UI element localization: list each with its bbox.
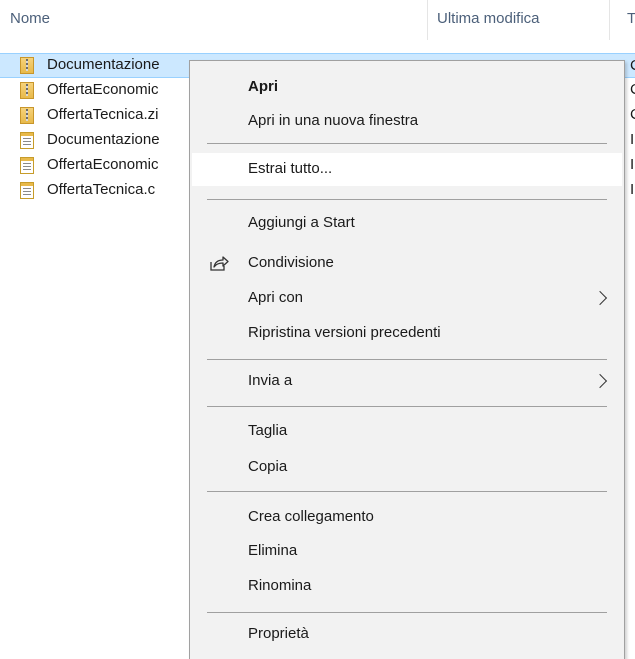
menu-item-label: Crea collegamento [248,508,374,525]
file-name: Documentazione [47,56,160,73]
file-date-clipped: C [630,57,635,74]
file-date-clipped: C [630,81,635,98]
menu-item-label: Ripristina versioni precedenti [248,324,441,341]
column-header-bar: Nome Ultima modifica T [0,0,635,42]
menu-item-label: Rinomina [248,577,312,594]
menu-separator [207,612,607,613]
menu-item-properties[interactable]: Proprietà [192,618,622,651]
menu-item-label: Elimina [248,542,298,559]
zip-folder-icon [20,107,34,124]
menu-separator [207,359,607,360]
zip-folder-icon [20,57,34,74]
column-header-name[interactable]: Nome [10,10,50,27]
chevron-right-icon [592,290,608,306]
menu-item-delete[interactable]: Elimina [192,535,622,568]
menu-separator [207,406,607,407]
file-date-clipped: I [630,181,635,198]
column-divider[interactable] [609,0,610,40]
column-divider[interactable] [427,0,428,40]
column-header-type[interactable]: T [627,10,635,27]
document-icon [20,157,34,174]
menu-item-share[interactable]: Condivisione [192,247,622,280]
menu-item-copy[interactable]: Copia [192,451,622,484]
menu-item-restore-previous-versions[interactable]: Ripristina versioni precedenti [192,317,622,350]
chevron-right-icon [592,373,608,389]
menu-separator [207,199,607,200]
menu-item-label: Invia a [248,372,293,389]
column-header-modified[interactable]: Ultima modifica [437,10,540,27]
menu-separator [207,143,607,144]
menu-separator [207,491,607,492]
file-name: OffertaEconomic [47,81,159,98]
menu-item-label: Apri [248,78,278,95]
menu-item-label: Proprietà [248,625,309,642]
file-name: OffertaTecnica.zi [47,106,159,123]
file-date-clipped: I [630,156,635,173]
menu-item-rename[interactable]: Rinomina [192,570,622,603]
menu-item-label: Aggiungi a Start [248,214,355,231]
file-date-clipped: I [630,131,635,148]
menu-item-label: Apri in una nuova finestra [248,112,419,129]
share-icon [210,256,229,271]
zip-folder-icon [20,82,34,99]
menu-item-label: Taglia [248,422,288,439]
menu-item-create-shortcut[interactable]: Crea collegamento [192,501,622,534]
menu-item-open[interactable]: Apri [192,71,622,104]
menu-item-label: Condivisione [248,254,334,271]
menu-item-send-to[interactable]: Invia a [192,365,622,398]
file-date-clipped: C [630,106,635,123]
document-icon [20,132,34,149]
menu-item-pin-to-start[interactable]: Aggiungi a Start [192,207,622,240]
menu-item-open-new-window[interactable]: Apri in una nuova finestra [192,105,622,138]
menu-item-extract-all[interactable]: Estrai tutto... [192,153,622,186]
file-name: OffertaEconomic [47,156,159,173]
menu-item-label: Copia [248,458,288,475]
context-menu: Apri Apri in una nuova finestra Estrai t… [189,60,625,659]
file-name: Documentazione [47,131,160,148]
document-icon [20,182,34,199]
file-name: OffertaTecnica.c [47,181,156,198]
menu-item-label: Apri con [248,289,304,306]
menu-item-cut[interactable]: Taglia [192,415,622,448]
menu-item-label: Estrai tutto... [248,160,333,177]
menu-item-open-with[interactable]: Apri con [192,282,622,315]
